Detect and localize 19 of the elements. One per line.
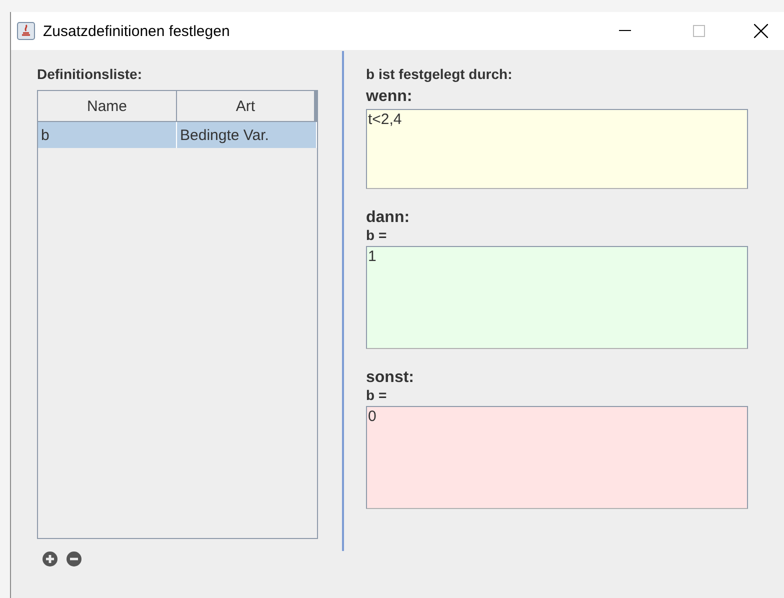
expression-field[interactable]: t<2,4	[366, 109, 748, 189]
list-label: Definitionsliste:	[37, 66, 144, 82]
minimize-icon[interactable]	[619, 30, 631, 32]
window-title: Zusatzdefinitionen festlegen	[43, 22, 231, 40]
app-icon	[17, 22, 35, 40]
definition-title: b ist festgelegt durch:	[366, 66, 514, 82]
remove-icon[interactable]	[66, 551, 82, 567]
expression-field[interactable]: 1	[366, 246, 748, 349]
table-row[interactable]: b Bedingte Var.	[38, 122, 317, 148]
table-cell: Bedingte Var.	[177, 122, 317, 148]
close-icon[interactable]	[754, 24, 768, 38]
add-icon[interactable]	[42, 551, 58, 567]
section-heading: dann:	[366, 209, 411, 227]
table-cell: b	[38, 122, 177, 148]
variable-label: b =	[366, 387, 388, 403]
expression-field[interactable]: 0	[366, 406, 748, 509]
variable-label: b =	[366, 227, 388, 243]
section-heading: sonst:	[366, 369, 415, 387]
section-heading: wenn:	[366, 88, 414, 106]
